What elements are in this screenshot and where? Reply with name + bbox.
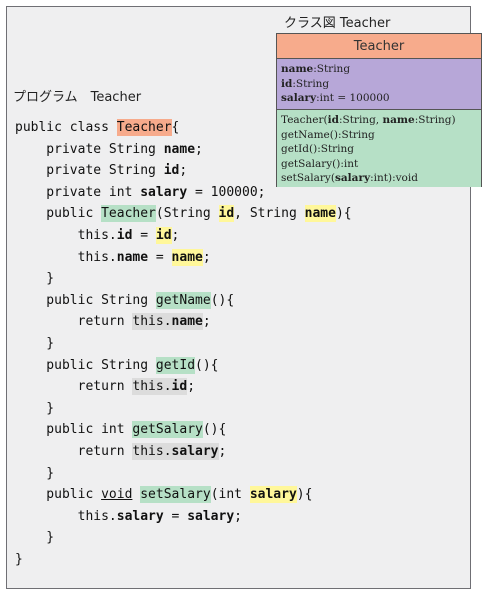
code-line-setsalary: public void setSalary(int salary){ xyxy=(15,486,313,504)
code-line-close: } xyxy=(15,465,55,481)
code-line-class-close: } xyxy=(15,551,23,567)
uml-attribute-salary: salary:int = 100000 xyxy=(281,92,390,105)
code-line-field-salary: private int salary = 100000; xyxy=(15,184,266,200)
code-line-assign-name: this.name = name; xyxy=(15,248,211,266)
code-line-close: } xyxy=(15,335,55,351)
code-line-getname: public String getName(){ xyxy=(15,291,235,309)
code-line-assign-salary: this.salary = salary; xyxy=(15,508,242,524)
code-line-close: } xyxy=(15,400,55,416)
uml-class-name: Teacher xyxy=(277,34,481,59)
uml-attribute-id: id:String xyxy=(281,77,330,90)
code-line-return-salary: return this.salary; xyxy=(15,442,227,460)
code-line-constructor: public Teacher(String id, String name){ xyxy=(15,205,352,223)
code-line-return-name: return this.name; xyxy=(15,313,211,331)
program-caption: プログラム Teacher xyxy=(13,90,142,105)
code-line-getid: public String getId(){ xyxy=(15,356,219,374)
code-line-close: } xyxy=(15,271,55,287)
code-line-field-name: private String name; xyxy=(15,141,203,157)
uml-attributes: name:String id:String salary:int = 10000… xyxy=(277,59,481,110)
code-line-assign-id: this.id = id; xyxy=(15,226,180,244)
code-line-field-id: private String id; xyxy=(15,163,188,179)
code-line-close: } xyxy=(15,530,55,546)
code-listing: public class Teacher{ private String nam… xyxy=(15,117,352,570)
uml-attribute-name: name:String xyxy=(281,63,351,75)
code-line-class-decl: public class Teacher{ xyxy=(15,119,180,136)
code-line-getsalary: public int getSalary(){ xyxy=(15,421,227,439)
uml-caption: クラス図 Teacher xyxy=(284,16,391,31)
code-line-return-id: return this.id; xyxy=(15,378,196,396)
